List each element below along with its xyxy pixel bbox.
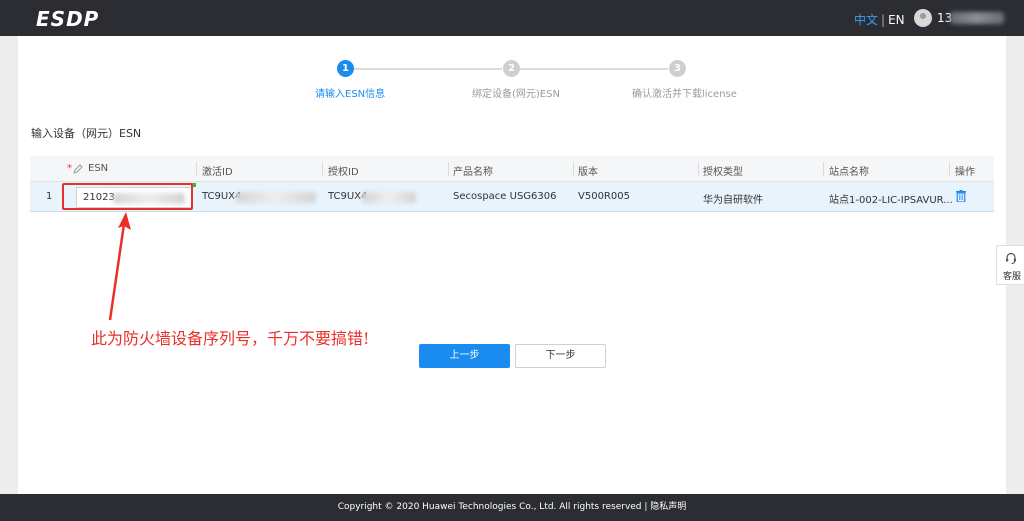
- annotation-text: 此为防火墙设备序列号，千万不要搞错!: [91, 329, 370, 348]
- cell-product-name: Secospace USG6306: [453, 191, 557, 202]
- column-divider: [322, 162, 323, 176]
- copyright-text: Copyright © 2020 Huawei Technologies Co.…: [337, 502, 648, 512]
- step-2-circle: 2: [503, 60, 520, 77]
- main-panel: 1 请输入ESN信息 2 绑定设备(网元)ESN 3 确认激活并下载licens…: [18, 36, 1006, 494]
- lang-zh-link[interactable]: 中文: [854, 13, 878, 27]
- progress-steps: 1 请输入ESN信息 2 绑定设备(网元)ESN 3 确认激活并下载licens…: [18, 36, 1006, 106]
- cell-auth-type: 华为自研软件: [703, 195, 763, 206]
- customer-service-tab[interactable]: 客服: [996, 245, 1024, 285]
- col-header-auth-type: 授权类型: [703, 167, 743, 178]
- column-divider: [448, 162, 449, 176]
- step-1-circle: 1: [337, 60, 354, 77]
- step-1-label: 请输入ESN信息: [315, 89, 386, 100]
- edit-pencil-icon: [73, 164, 83, 174]
- step-3-circle: 3: [669, 60, 686, 77]
- step-3-label: 确认激活并下载license: [632, 89, 737, 100]
- delete-trash-icon[interactable]: [956, 190, 966, 202]
- col-header-esn: ESN: [88, 163, 109, 174]
- redacted-username: [950, 12, 1004, 24]
- col-header-auth-id: 授权ID: [328, 167, 359, 178]
- privacy-link[interactable]: 隐私声明: [650, 502, 686, 512]
- next-step-button[interactable]: 下一步: [515, 344, 606, 368]
- col-header-site-name: 站点名称: [829, 167, 869, 178]
- column-divider: [823, 162, 824, 176]
- col-header-product-name: 产品名称: [453, 167, 493, 178]
- required-mark: *: [67, 163, 72, 174]
- table-header: * ESN 激活ID 授权ID 产品名称 版本 授权类型 站点名称 操作: [30, 156, 994, 182]
- column-divider: [196, 162, 197, 176]
- redacted-auth-id: [362, 192, 416, 203]
- column-divider: [949, 162, 950, 176]
- previous-step-button[interactable]: 上一步: [419, 344, 510, 368]
- annotation-highlight-box: [62, 183, 193, 210]
- col-header-version: 版本: [578, 167, 598, 178]
- cell-site-name: 站点1-002-LIC-IPSAVUR...: [829, 195, 953, 206]
- step-connector-1: [354, 68, 502, 70]
- footer: Copyright © 2020 Huawei Technologies Co.…: [0, 494, 1024, 521]
- annotation-arrow: [108, 212, 131, 321]
- row-index: 1: [46, 191, 53, 202]
- cell-version: V500R005: [578, 191, 630, 202]
- column-divider: [573, 162, 574, 176]
- step-2-label: 绑定设备(网元)ESN: [472, 89, 560, 100]
- headset-icon: [1006, 252, 1016, 264]
- col-header-activation-id: 激活ID: [202, 167, 233, 178]
- esdp-logo[interactable]: ESDP: [36, 7, 99, 31]
- step-connector-2: [520, 68, 668, 70]
- lang-separator: |: [881, 13, 886, 27]
- lang-en-link[interactable]: EN: [888, 13, 905, 27]
- customer-service-label: 客服: [1003, 272, 1022, 282]
- user-avatar-icon[interactable]: [914, 9, 932, 27]
- section-title: 输入设备（网元）ESN: [31, 127, 142, 140]
- column-divider: [698, 162, 699, 176]
- col-header-action: 操作: [955, 167, 975, 178]
- language-switcher: 中文 | EN: [854, 11, 905, 28]
- top-navbar: ESDP 中文 | EN 13: [0, 0, 1024, 36]
- redacted-activation-id: [236, 192, 316, 203]
